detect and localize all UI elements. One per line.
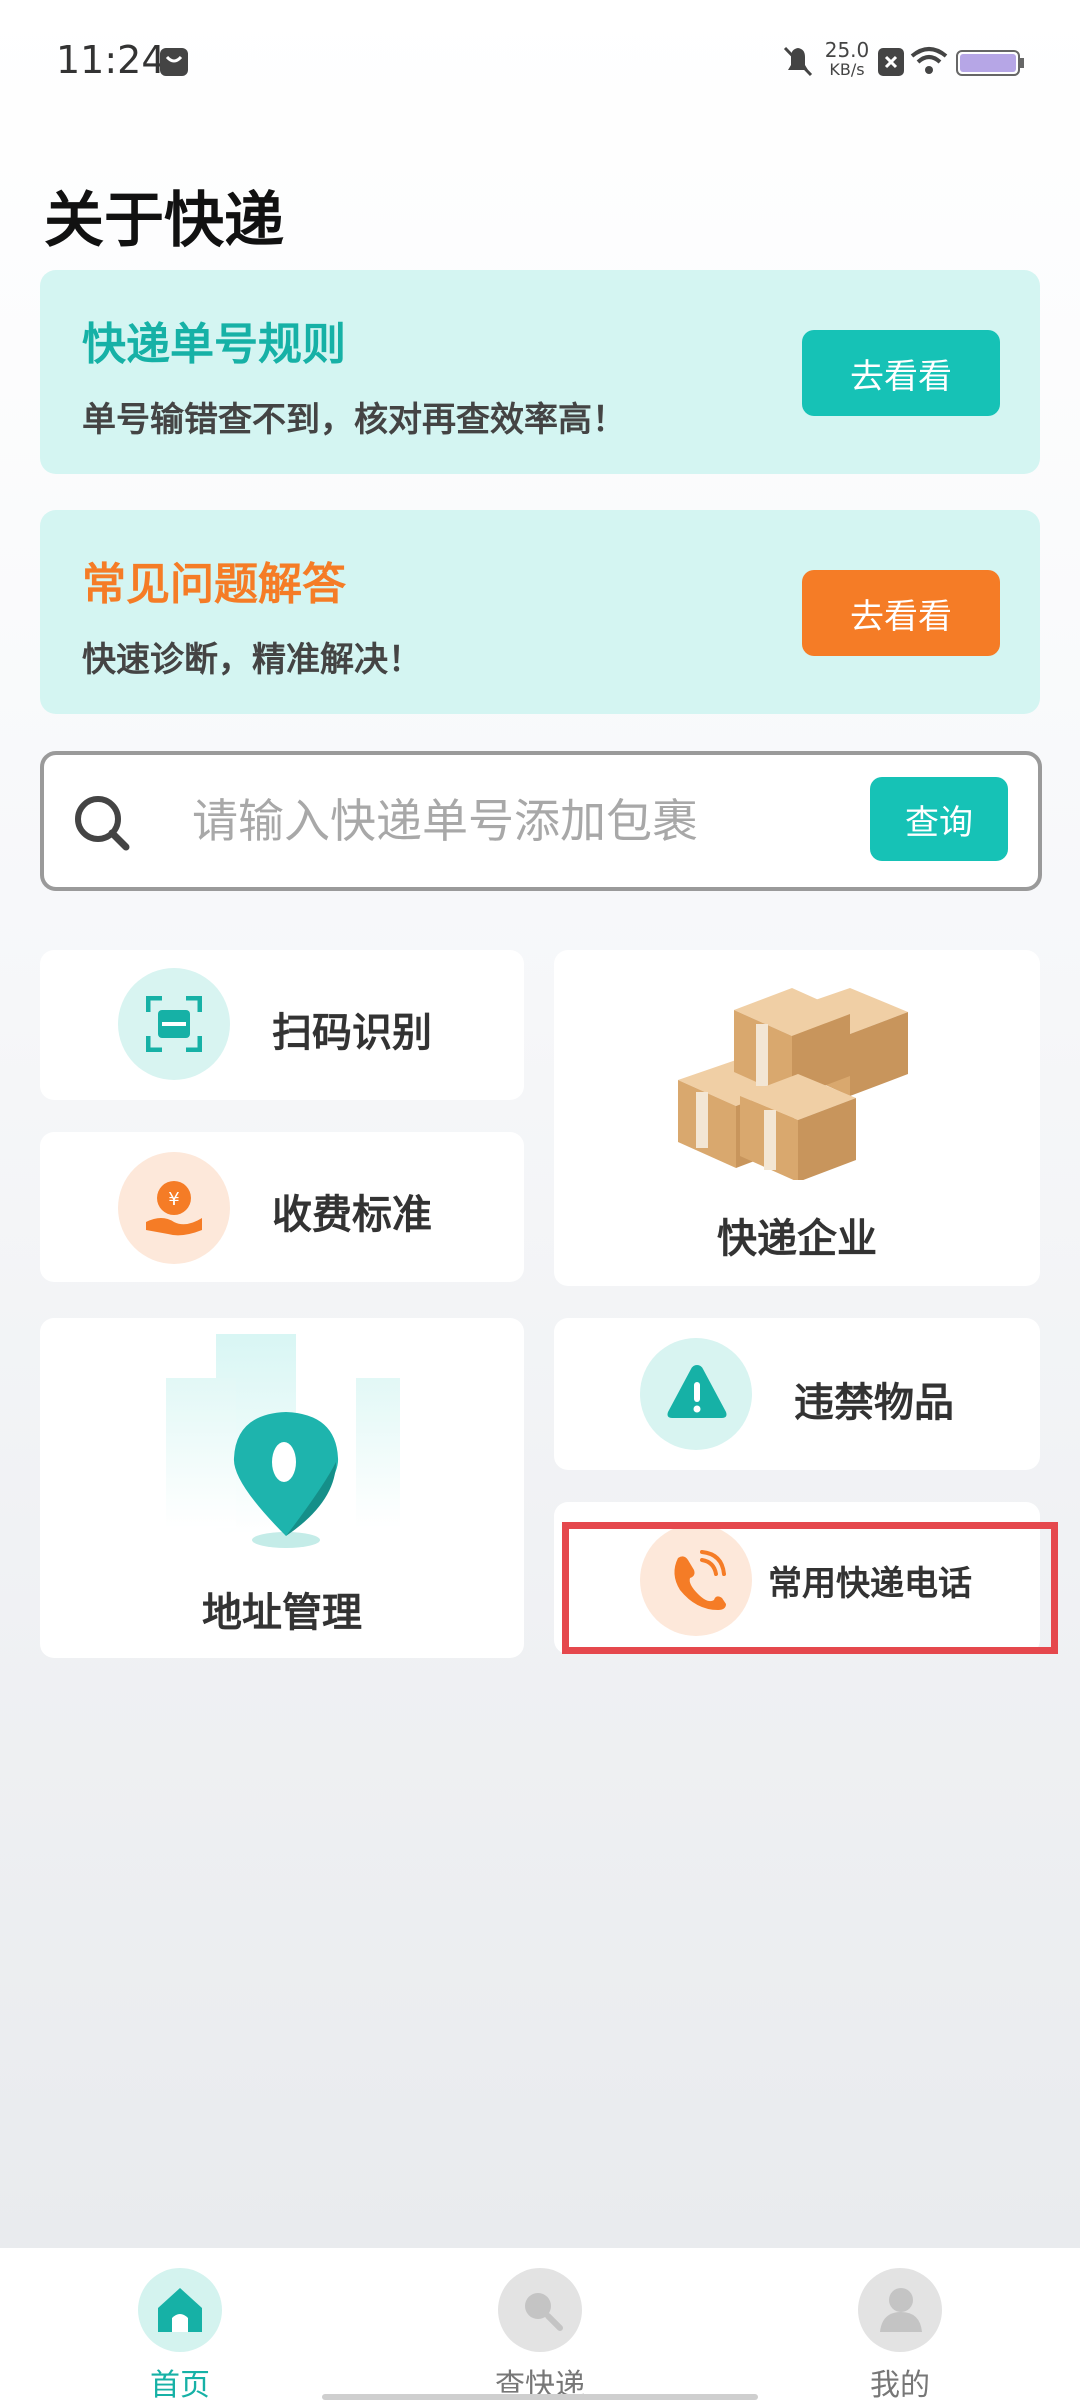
boxes-icon [678,988,908,1180]
wifi-icon [910,47,948,74]
banner-subtitle: 单号输错查不到，核对再查效率高！ [82,400,626,440]
search-input[interactable]: 请输入快递单号添加包裹 [192,785,698,851]
nav-mine-label: 我的 [870,2368,930,2403]
net-speed-unit: KB/s [829,60,865,79]
tracking-search-bar: 请输入快递单号添加包裹 查询 [40,751,1042,891]
net-speed-value: 25.0 [824,38,870,62]
status-bar: 11:24 25.0 KB/s [0,0,1080,120]
tile-prohibited-label: 违禁物品 [794,1380,954,1426]
fee-hand-coin-icon: ¥ [146,1181,202,1236]
location-pin-icon [233,1412,339,1548]
battery-icon [956,50,1024,76]
tile-prohibited[interactable]: 违禁物品 [554,1318,1040,1470]
view-faq-button[interactable]: 去看看 [802,570,1000,656]
notification-app-icon [160,48,188,76]
search-icon [75,796,130,851]
banner-title: 常见问题解答 [82,559,346,610]
highlight-box [562,1522,1058,1654]
tile-address[interactable]: 地址管理 [40,1318,524,1658]
user-icon [880,2288,922,2332]
banner-subtitle: 快速诊断，精准解决！ [82,640,422,680]
search-icon [525,2293,563,2331]
bell-muted-icon [783,46,813,77]
nav-track[interactable]: 查快递 [440,2268,640,2403]
tile-fee[interactable]: ¥ 收费标准 [40,1132,524,1282]
nav-mine[interactable]: 我的 [800,2268,1000,2403]
page-title: 关于快递 [44,186,284,256]
tile-companies-label: 快递企业 [717,1216,877,1262]
nav-home-label: 首页 [150,2368,210,2403]
status-time: 11:24 [56,38,166,82]
sim-blocked-icon [878,48,904,76]
banner-title: 快递单号规则 [82,319,346,370]
tile-scan[interactable]: 扫码识别 [40,950,524,1100]
home-icon [158,2288,202,2332]
tile-companies[interactable]: 快递企业 [554,950,1040,1286]
gesture-bar [322,2394,758,2400]
tile-fee-label: 收费标准 [272,1192,432,1238]
bottom-navigation: 首页 查快递 我的 [0,2248,1080,2408]
view-rules-button[interactable]: 去看看 [802,330,1000,416]
banner-faq[interactable]: 常见问题解答 快速诊断，精准解决！ 去看看 [40,510,1040,714]
banner-tracking-rules[interactable]: 快递单号规则 单号输错查不到，核对再查效率高！ 去看看 [40,270,1040,474]
tile-scan-label: 扫码识别 [272,1010,432,1056]
scan-icon [146,996,202,1052]
query-button[interactable]: 查询 [870,777,1008,861]
building-decoration [356,1378,400,1528]
network-speed: 25.0 KB/s [822,40,872,80]
warning-icon [667,1365,727,1418]
nav-home[interactable]: 首页 [80,2268,280,2403]
tile-address-label: 地址管理 [202,1590,362,1636]
svg-text:¥: ¥ [168,1189,179,1210]
